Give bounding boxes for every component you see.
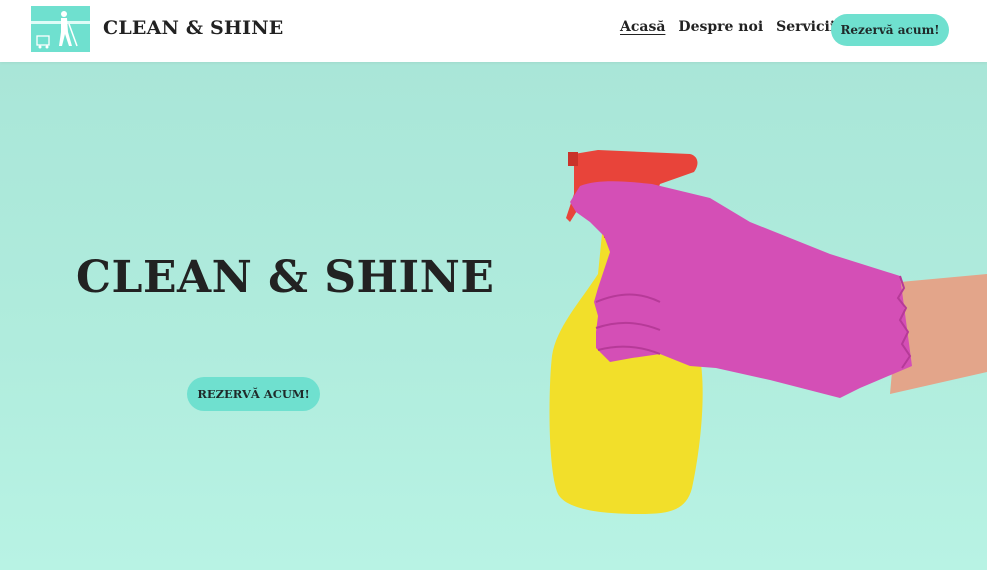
main-nav: Acasă Despre noi Servicii xyxy=(620,19,848,35)
cleaner-logo-icon xyxy=(31,6,90,52)
hero-section: CLEAN & SHINE REZERVĂ ACUM! xyxy=(0,62,987,570)
nav-link-services[interactable]: Servicii xyxy=(776,19,835,35)
logo-image[interactable] xyxy=(31,6,90,52)
header-book-button[interactable]: Rezervă acum! xyxy=(831,14,949,46)
nav-link-home[interactable]: Acasă xyxy=(620,19,665,35)
site-header: CLEAN & SHINE Acasă Despre noi Servicii … xyxy=(0,0,987,62)
hero-title: CLEAN & SHINE xyxy=(76,252,495,303)
spray-bottle-glove-image xyxy=(549,150,987,514)
hero-book-button[interactable]: REZERVĂ ACUM! xyxy=(187,377,320,411)
site-title[interactable]: CLEAN & SHINE xyxy=(103,17,283,39)
nav-link-about[interactable]: Despre noi xyxy=(678,19,763,35)
